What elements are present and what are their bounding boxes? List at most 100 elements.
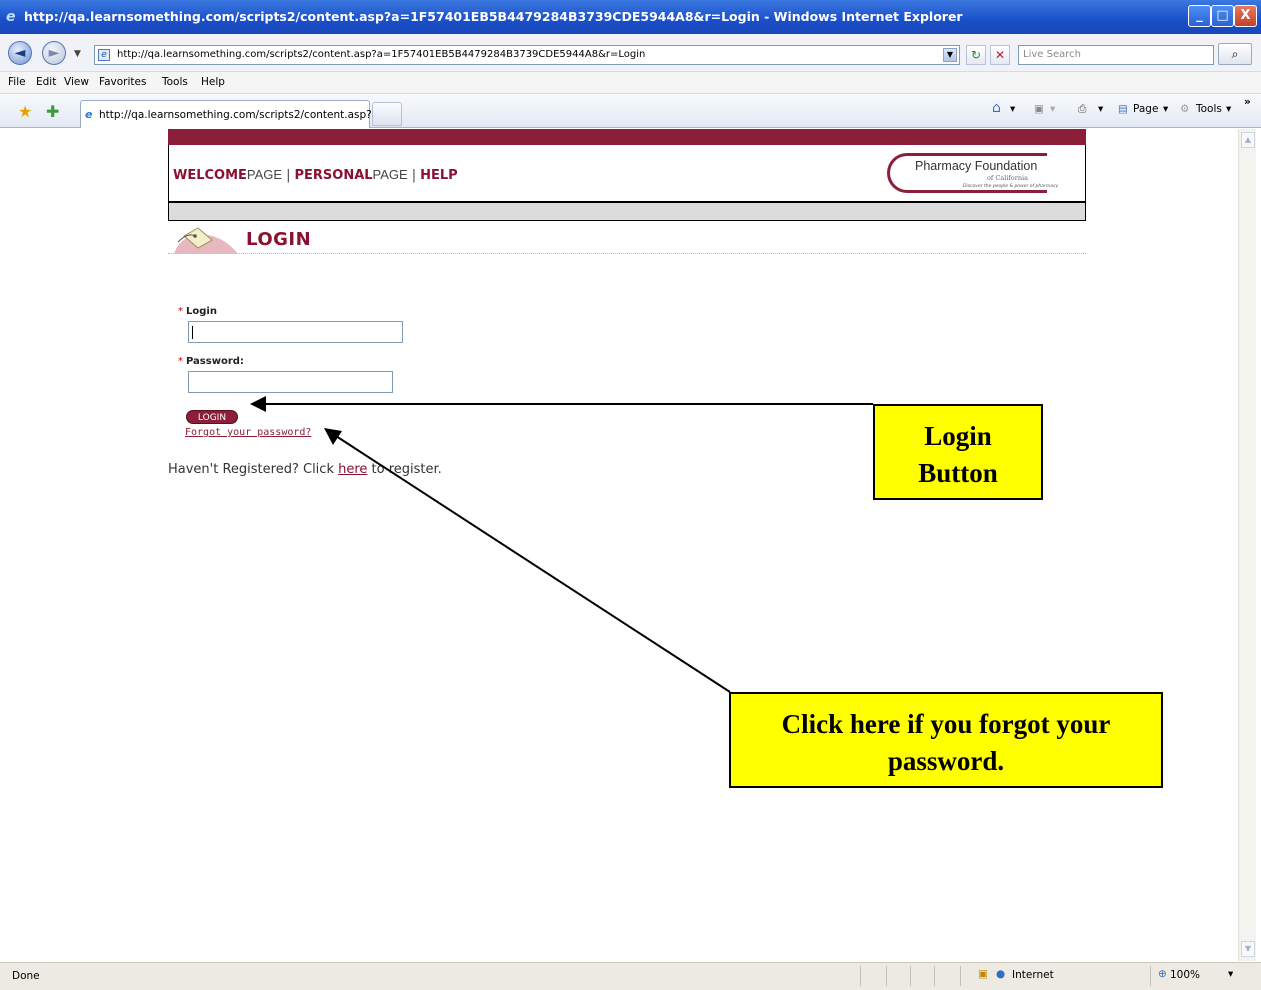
feeds-icon[interactable]: ▣ [1034,103,1044,115]
stop-icon[interactable]: ✕ [990,45,1010,65]
status-divider [910,966,911,986]
tools-dropdown-icon[interactable]: ▾ [1226,103,1231,115]
window-titlebar: e http://qa.learnsomething.com/scripts2/… [0,0,1261,34]
window-title: http://qa.learnsomething.com/scripts2/co… [24,9,963,24]
internet-globe-icon: ● [996,968,1006,980]
maximize-button[interactable]: □ [1211,5,1234,27]
forward-arrow-icon: ► [48,45,60,61]
tools-menu[interactable]: Tools [1196,103,1222,115]
site-header: WELCOMEPAGE | PERSONALPAGE | HELP Pharmacy F… [168,129,1086,221]
login-tag-icon [174,227,238,254]
scroll-up-icon[interactable]: ▲ [1241,132,1255,148]
new-tab-button[interactable] [372,102,402,126]
password-input[interactable] [188,371,393,393]
login-input[interactable] [188,321,403,343]
login-heading: LOGIN [168,222,1086,254]
home-dropdown-icon[interactable]: ▾ [1010,103,1015,115]
status-divider [934,966,935,986]
password-label: * Password: [178,356,244,367]
register-text: Haven't Registered? Click here to regist… [168,462,442,477]
status-text: Done [12,970,40,982]
header-gray-bar [168,201,1086,221]
status-divider [886,966,887,986]
logo-tagline: Discover the people & power of pharmacy [963,184,1059,189]
refresh-icon[interactable]: ↻ [966,45,986,65]
password-label-text: Password: [186,356,244,367]
nav-personal-strong: PERSONAL [294,168,373,183]
menu-help[interactable]: Help [201,76,225,88]
search-icon: ⌕ [1231,47,1239,61]
header-red-bar [168,129,1086,145]
page-menu-icon: ▤ [1118,103,1128,115]
address-url: http://qa.learnsomething.com/scripts2/co… [117,49,646,60]
logo-name: Pharmacy Foundation [915,159,1038,173]
menu-bar: File Edit View Favorites Tools Help [0,72,1261,94]
login-title: LOGIN [246,229,312,250]
forgot-password-link[interactable]: Forgot your password? [185,427,311,438]
recent-pages-dropdown-icon[interactable]: ▼ [74,49,81,59]
back-button[interactable]: ◄ [8,41,32,65]
tab-active[interactable]: e http://qa.learnsomething.com/scripts2/… [80,100,388,128]
page-menu[interactable]: Page [1133,103,1158,115]
status-bar: Done ▣ ● Internet ⊕ 100% ▾ [0,962,1261,990]
zoom-dropdown-icon[interactable]: ▾ [1228,968,1233,980]
address-toolbar: ◄ ► ▼ e http://qa.learnsomething.com/scr… [0,34,1261,72]
nav-separator: | [411,168,417,183]
print-dropdown-icon[interactable]: ▾ [1098,103,1103,115]
address-dropdown-icon[interactable]: ▼ [943,48,957,62]
nav-welcome-light: PAGE [246,167,283,182]
nav-help[interactable]: HELP [420,168,458,183]
forward-button[interactable]: ► [42,41,66,65]
nav-welcome-strong: WELCOME [173,168,247,183]
vertical-scrollbar[interactable]: ▲ ▼ [1238,129,1256,961]
page-dropdown-icon[interactable]: ▾ [1163,103,1168,115]
nav-personal-page[interactable]: PERSONALPAGE [294,167,408,183]
login-label: * Login [178,306,217,317]
menu-view[interactable]: View [64,76,89,88]
close-button[interactable]: X [1234,5,1257,27]
security-zone: Internet [1012,969,1054,981]
callout-line: Click here if you forgot your [781,709,1111,739]
register-suffix: to register. [367,462,442,477]
pharmacy-foundation-logo: Pharmacy Foundation of California Discov… [887,153,1059,193]
register-link[interactable]: here [338,462,367,477]
feeds-dropdown-icon[interactable]: ▾ [1050,103,1055,115]
zoom-icon: ⊕ [1158,968,1167,980]
menu-edit[interactable]: Edit [36,76,56,88]
tab-label: http://qa.learnsomething.com/scripts2/co… [99,109,389,121]
search-button[interactable]: ⌕ [1218,43,1252,65]
nav-personal-light: PAGE [372,167,408,182]
scroll-down-icon[interactable]: ▼ [1241,941,1255,957]
toolbar-overflow-icon[interactable]: » [1244,96,1251,108]
register-prefix: Haven't Registered? Click [168,462,339,477]
nav-welcome-page[interactable]: WELCOMEPAGE [173,167,283,183]
status-divider [860,966,861,986]
menu-favorites[interactable]: Favorites [99,76,146,88]
nav-links: WELCOMEPAGE | PERSONALPAGE | HELP [173,167,458,183]
ie-icon: e [6,9,16,25]
search-input[interactable]: Live Search [1018,45,1214,65]
protected-mode-icon: ▣ [978,968,988,980]
add-favorite-icon[interactable]: ✚ [46,102,59,121]
favorites-star-icon[interactable]: ★ [18,102,32,121]
menu-tools[interactable]: Tools [162,76,188,88]
site-nav: WELCOMEPAGE | PERSONALPAGE | HELP Pharmacy F… [168,145,1086,201]
forgot-password-callout: Click here if you forgot your password. [729,692,1163,788]
login-button[interactable]: LOGIN [186,410,238,424]
minimize-button[interactable]: _ [1188,5,1211,27]
tabs-bar: ★ ✚ e http://qa.learnsomething.com/scrip… [0,94,1261,128]
address-input[interactable]: e http://qa.learnsomething.com/scripts2/… [94,45,960,65]
status-divider [960,966,961,986]
print-icon[interactable]: ⎙ [1078,103,1086,116]
home-icon[interactable]: ⌂ [992,100,1001,116]
text-caret [192,326,193,339]
tab-ie-icon: e [85,108,93,121]
menu-file[interactable]: File [8,76,26,88]
zoom-level[interactable]: 100% [1170,969,1200,981]
login-label-text: Login [186,306,217,317]
status-divider [1150,966,1151,986]
callout-line: Login [924,421,992,451]
callout-line: Button [918,458,998,488]
page-icon: e [98,49,110,61]
tools-gear-icon: ⚙ [1180,103,1190,115]
